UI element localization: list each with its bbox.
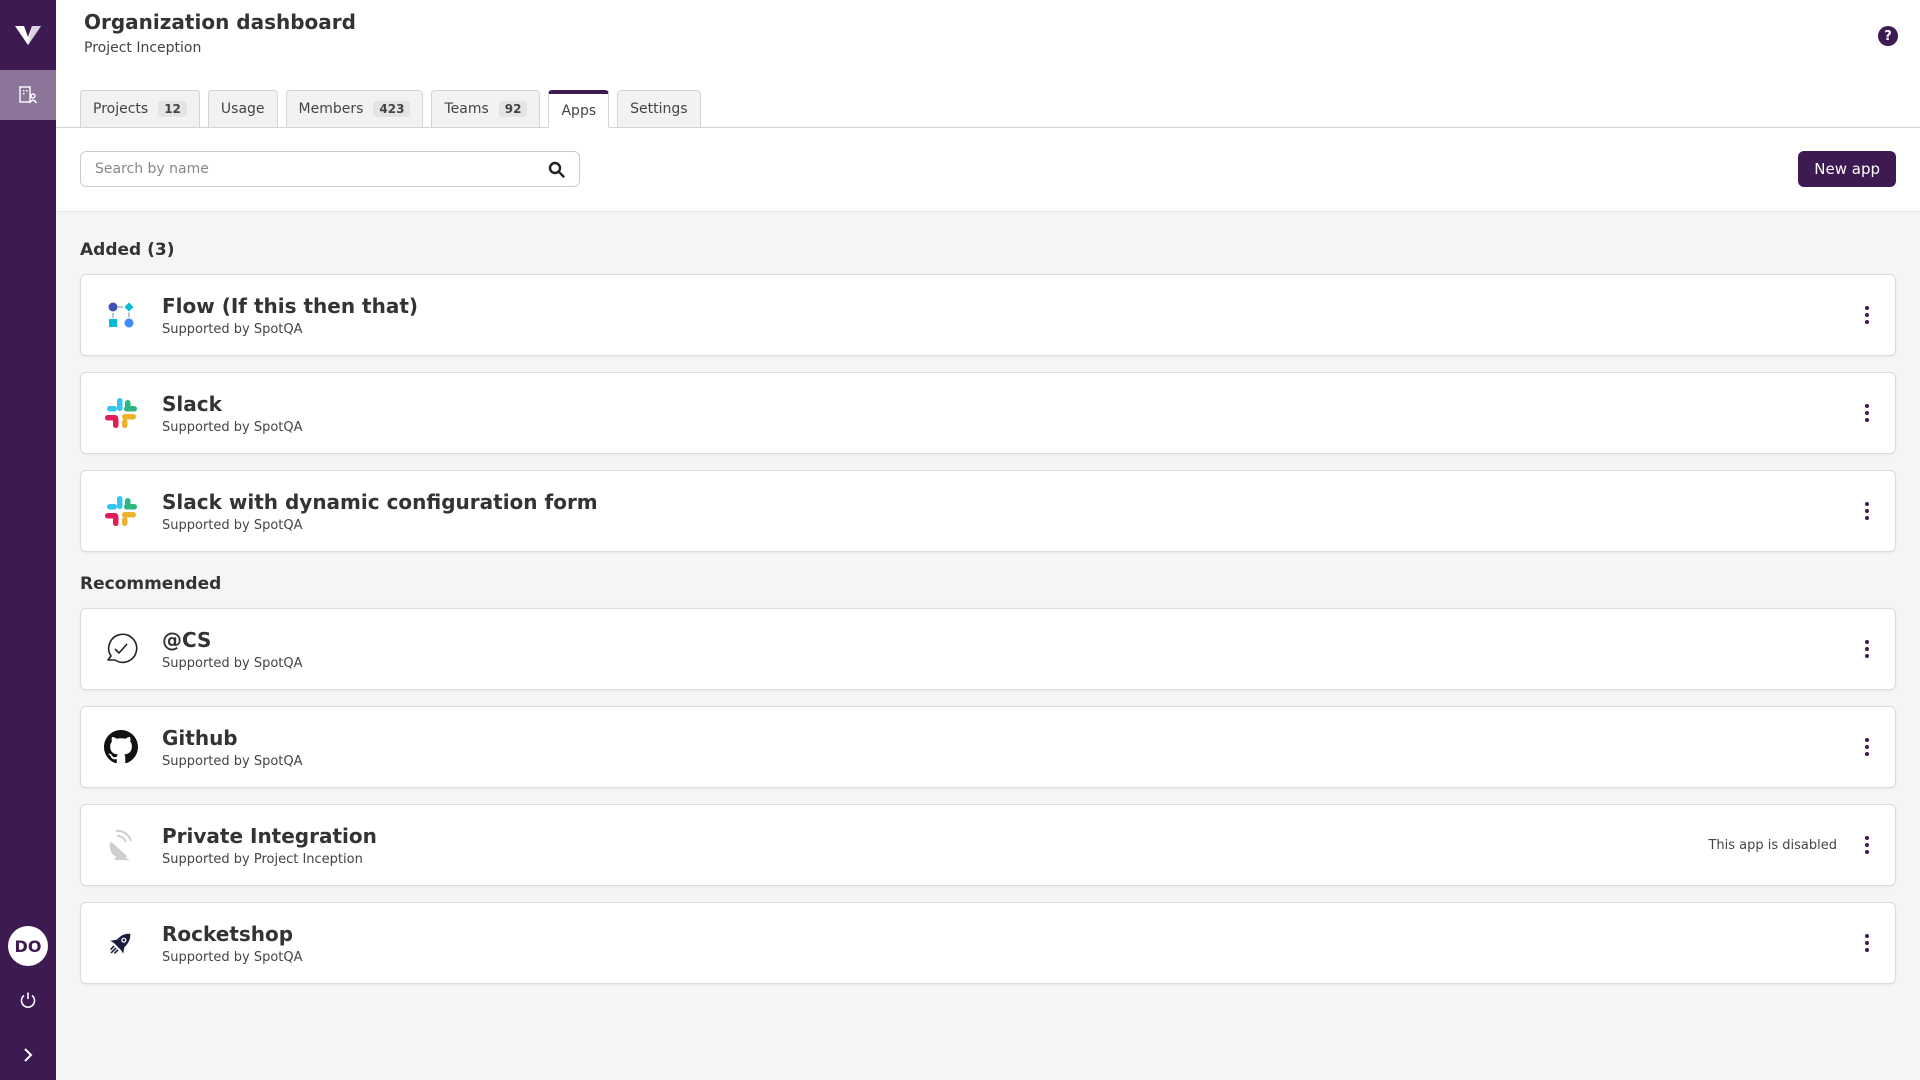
app-card-flow[interactable]: Flow (If this then that) Supported by Sp… — [80, 274, 1896, 356]
app-name: Private Integration — [162, 824, 377, 848]
search-icon[interactable] — [548, 161, 565, 178]
main-content: Organization dashboard Project Inception… — [56, 0, 1920, 1080]
slack-icon — [101, 491, 141, 531]
logout-button[interactable] — [0, 980, 56, 1020]
app-card-slack-dynamic[interactable]: Slack with dynamic configuration form Su… — [80, 470, 1896, 552]
more-options-button[interactable] — [1859, 928, 1875, 958]
flow-icon — [101, 295, 141, 335]
app-card-private-integration[interactable]: Private Integration Supported by Project… — [80, 804, 1896, 886]
app-supported-by: Supported by SpotQA — [162, 754, 303, 769]
app-supported-by: Supported by SpotQA — [162, 518, 303, 533]
organization-icon — [19, 86, 38, 104]
v-logo-icon — [15, 26, 41, 45]
more-options-button[interactable] — [1859, 496, 1875, 526]
help-icon[interactable]: ? — [1878, 26, 1898, 46]
tab-label: Members — [298, 101, 364, 117]
apps-list: Added (3) Flow (If this then that) Suppo… — [56, 240, 1920, 984]
app-name: Slack — [162, 392, 222, 416]
page-header: Organization dashboard Project Inception… — [56, 0, 1920, 128]
app-supported-by: Supported by SpotQA — [162, 656, 303, 671]
app-name: @CS — [162, 628, 212, 652]
tab-label: Usage — [220, 101, 265, 117]
more-options-button[interactable] — [1859, 300, 1875, 330]
github-icon — [101, 727, 141, 767]
expand-sidebar-button[interactable] — [0, 1030, 56, 1080]
tab-count: 423 — [373, 101, 411, 117]
app-name: Github — [162, 726, 238, 750]
tab-label: Projects — [93, 101, 149, 117]
tab-bar: Projects 12 Usage Members 423 Teams 92 A… — [80, 90, 701, 128]
tab-settings[interactable]: Settings — [617, 90, 701, 128]
section-title-recommended: Recommended — [80, 574, 222, 594]
tab-teams[interactable]: Teams 92 — [431, 90, 541, 128]
page-title: Organization dashboard — [84, 10, 356, 34]
page-subtitle: Project Inception — [84, 40, 202, 56]
app-supported-by: Supported by SpotQA — [162, 322, 303, 337]
more-options-button[interactable] — [1859, 398, 1875, 428]
search-input[interactable] — [95, 161, 548, 177]
tab-count: 12 — [158, 101, 187, 117]
app-supported-by: Supported by Project Inception — [162, 852, 363, 867]
more-options-button[interactable] — [1859, 634, 1875, 664]
rocket-icon — [101, 923, 141, 963]
toolbar: New app — [56, 128, 1920, 212]
sidebar: DO — [0, 0, 56, 1080]
sidebar-item-organization[interactable] — [0, 70, 56, 120]
app-name: Slack with dynamic configuration form — [162, 490, 598, 514]
new-app-button[interactable]: New app — [1798, 151, 1896, 187]
slack-icon — [101, 393, 141, 433]
more-options-button[interactable] — [1859, 732, 1875, 762]
logo[interactable] — [0, 0, 56, 70]
tab-count: 92 — [498, 101, 528, 117]
chevron-right-icon — [24, 1048, 33, 1062]
app-supported-by: Supported by SpotQA — [162, 420, 303, 435]
tab-apps[interactable]: Apps — [548, 90, 610, 128]
satellite-dish-icon — [101, 825, 141, 865]
app-card-slack[interactable]: Slack Supported by SpotQA — [80, 372, 1896, 454]
app-name: Flow (If this then that) — [162, 294, 419, 318]
search-box — [80, 151, 580, 187]
tab-projects[interactable]: Projects 12 — [80, 90, 200, 128]
chat-check-icon — [101, 629, 141, 669]
app-card-cs[interactable]: @CS Supported by SpotQA — [80, 608, 1896, 690]
tab-members[interactable]: Members 423 — [285, 90, 424, 128]
tab-usage[interactable]: Usage — [207, 90, 278, 128]
app-disabled-status: This app is disabled — [1708, 837, 1837, 853]
tab-label: Apps — [561, 102, 597, 119]
section-title-added: Added (3) — [80, 240, 175, 260]
tab-label: Teams — [444, 101, 489, 117]
power-icon — [20, 992, 36, 1008]
tab-label: Settings — [630, 101, 688, 117]
avatar[interactable]: DO — [8, 926, 48, 966]
app-supported-by: Supported by SpotQA — [162, 950, 303, 965]
app-card-rocketshop[interactable]: Rocketshop Supported by SpotQA — [80, 902, 1896, 984]
app-name: Rocketshop — [162, 922, 294, 946]
app-card-github[interactable]: Github Supported by SpotQA — [80, 706, 1896, 788]
more-options-button[interactable] — [1859, 830, 1875, 860]
